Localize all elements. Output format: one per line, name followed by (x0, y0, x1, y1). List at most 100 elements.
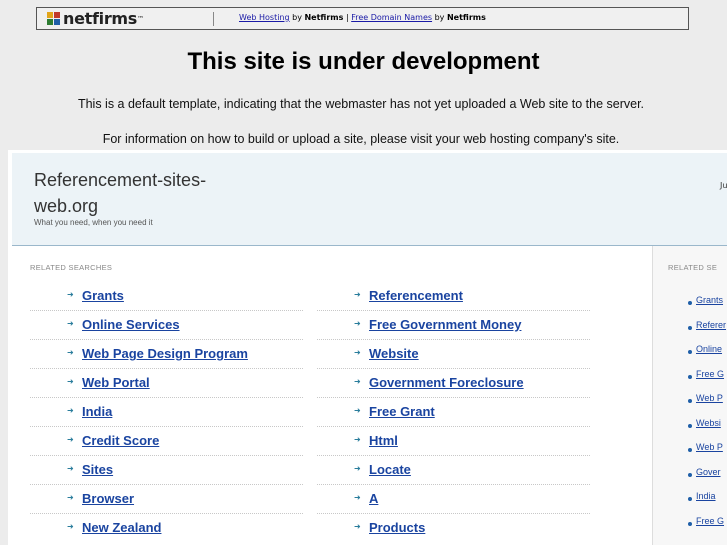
arrow-right-icon: ➜ (67, 319, 74, 328)
related-link[interactable]: Credit Score (82, 433, 159, 448)
arrow-right-icon: ➜ (67, 464, 74, 473)
arrow-right-icon: ➜ (67, 290, 74, 299)
free-domain-names-link[interactable]: Free Domain Names (351, 13, 432, 22)
arrow-right-icon: ➜ (67, 348, 74, 357)
related-link-row: ➜ Web Page Design Program (30, 340, 303, 369)
related-link-row: ➜ Html (317, 427, 590, 456)
bullet-icon (688, 497, 692, 501)
bullet-icon (688, 350, 692, 354)
netfirms-banner: netfirms™ Web Hosting by Netfirms | Free… (36, 7, 689, 30)
info-text-1: This is a default template, indicating t… (77, 97, 645, 111)
parked-page-frame: Referencement-sites-web.org What you nee… (8, 150, 727, 545)
netfirms-logo-icon (47, 12, 61, 26)
related-link-row: ➜ Credit Score (30, 427, 303, 456)
related-link[interactable]: Web Page Design Program (82, 346, 248, 361)
sidebar-link[interactable]: Websi (696, 418, 721, 428)
related-link-row: ➜ Locate (317, 456, 590, 485)
web-hosting-link[interactable]: Web Hosting (239, 13, 290, 22)
related-link[interactable]: Referencement (369, 288, 463, 303)
logo-trademark: ™ (137, 15, 144, 23)
arrow-right-icon: ➜ (354, 348, 361, 357)
bullet-icon (688, 521, 692, 526)
related-link-row: ➜ India (30, 398, 303, 427)
brand-text-2: Netfirms (446, 13, 486, 22)
sidebar-link[interactable]: Web P (696, 442, 723, 452)
related-link[interactable]: Free Grant (369, 404, 435, 419)
sidebar-link-row: Web P (653, 441, 727, 465)
related-link-row: ➜ Free Grant (317, 398, 590, 427)
sidebar-link-row: Web P (653, 392, 727, 416)
related-link[interactable]: Browser (82, 491, 134, 506)
arrow-right-icon: ➜ (67, 522, 74, 531)
related-searches-main: RELATED SEARCHES ➜ Grants ➜ Online Services… (12, 246, 653, 545)
related-links-grid: ➜ Grants ➜ Online Services ➜ Web Page Design … (12, 246, 652, 545)
sidebar-link[interactable]: India (696, 491, 716, 501)
related-link[interactable]: A (369, 491, 378, 506)
arrow-right-icon: ➜ (67, 435, 74, 444)
related-link-row: ➜ New Zealand (30, 514, 303, 543)
related-link[interactable]: India (82, 404, 112, 419)
banner-links: Web Hosting by Netfirms | Free Domain Na… (239, 13, 486, 22)
bullet-icon (688, 448, 692, 452)
sidebar-link-row: Websi (653, 417, 727, 441)
related-link[interactable]: Website (369, 346, 419, 361)
related-link[interactable]: New Zealand (82, 520, 161, 535)
netfirms-logo[interactable]: netfirms™ (47, 10, 144, 28)
brand-text-1: Netfirms (304, 13, 344, 22)
related-link-row: ➜ Referencement (317, 282, 590, 311)
related-link-row: ➜ Sites (30, 456, 303, 485)
related-link-row: ➜ Free Government Money (317, 311, 590, 340)
arrow-right-icon: ➜ (354, 493, 361, 502)
related-link-row: ➜ Government Foreclosure (317, 369, 590, 398)
arrow-right-icon: ➜ (354, 406, 361, 415)
related-link[interactable]: Locate (369, 462, 411, 477)
site-title: Referencement-sites-web.org (34, 170, 207, 216)
related-link[interactable]: Sites (82, 462, 113, 477)
sidebar-link-row: Gover (653, 466, 727, 490)
bullet-icon (688, 301, 692, 305)
parked-header: Referencement-sites-web.org What you nee… (12, 153, 727, 246)
sidebar-link-row: India (653, 490, 727, 514)
related-searches-sidebar: RELATED SE Grants Referer Online Free G Web … (653, 246, 727, 545)
related-link-row: ➜ Browser (30, 485, 303, 514)
sidebar-link-row: Online (653, 343, 727, 367)
sidebar-link-row: Free G (653, 515, 727, 539)
sidebar-link-row: Referer (653, 319, 727, 343)
sidebar-link-row: Grants (653, 294, 727, 318)
sidebar-link[interactable]: Referer (696, 320, 726, 330)
arrow-right-icon: ➜ (354, 522, 361, 531)
related-link[interactable]: Grants (82, 288, 124, 303)
sidebar-link[interactable]: Grants (696, 295, 723, 305)
sidebar-link[interactable]: Online (696, 344, 722, 354)
related-link-row: ➜ Products (317, 514, 590, 543)
arrow-right-icon: ➜ (354, 290, 361, 299)
bullet-icon (688, 423, 692, 428)
related-link-row: ➜ Web Portal (30, 369, 303, 398)
arrow-right-icon: ➜ (354, 377, 361, 386)
bullet-icon (688, 325, 692, 330)
sidebar-link[interactable]: Free G (696, 369, 724, 379)
related-link[interactable]: Online Services (82, 317, 180, 332)
sidebar-link[interactable]: Gover (696, 467, 721, 477)
sidebar-link[interactable]: Free G (696, 516, 724, 526)
page-headline: This site is under development (187, 48, 540, 75)
related-link[interactable]: Government Foreclosure (369, 375, 524, 390)
by-text-1: by (289, 13, 305, 22)
related-link-row: ➜ Online Services (30, 311, 303, 340)
related-link-row: ➜ Website (317, 340, 590, 369)
sidebar-link[interactable]: Web P (696, 393, 723, 403)
bullet-icon (688, 374, 692, 379)
bullet-icon (688, 399, 692, 403)
related-link[interactable]: Free Government Money (369, 317, 521, 332)
arrow-right-icon: ➜ (354, 464, 361, 473)
arrow-right-icon: ➜ (354, 319, 361, 328)
related-link[interactable]: Web Portal (82, 375, 150, 390)
related-link[interactable]: Products (369, 520, 425, 535)
arrow-right-icon: ➜ (67, 406, 74, 415)
sidebar-related-label: RELATED SE (668, 263, 718, 272)
bullet-icon (688, 472, 692, 477)
info-text-2: For information on how to build or uploa… (102, 132, 620, 146)
arrow-right-icon: ➜ (354, 435, 361, 444)
site-tagline: What you need, when you need it (34, 218, 153, 227)
related-link[interactable]: Html (369, 433, 398, 448)
